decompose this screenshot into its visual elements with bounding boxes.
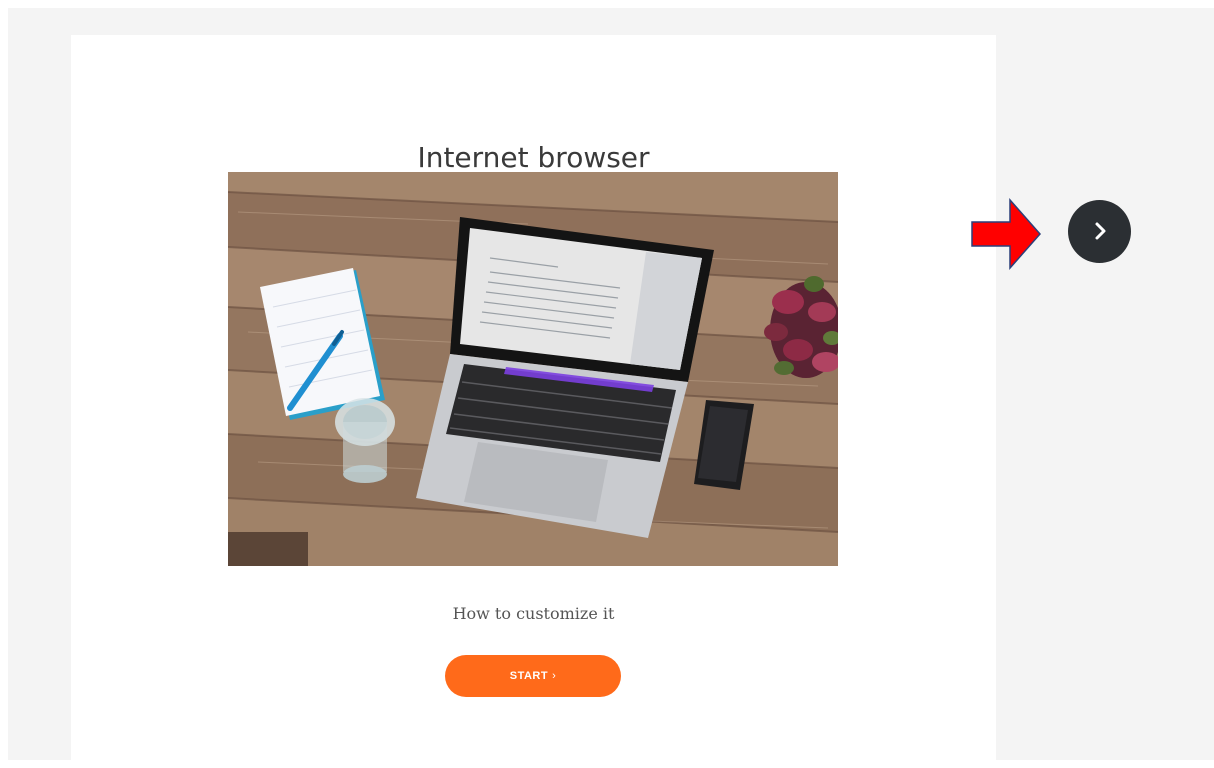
- start-button-label: START: [509, 670, 549, 682]
- card-title: Internet browser: [417, 141, 650, 174]
- lesson-card: Internet browser How to customize it STA…: [71, 35, 996, 768]
- desk-laptop-photo: [228, 172, 838, 566]
- start-button[interactable]: START ›: [445, 655, 621, 697]
- page-background: Internet browser How to customize it STA…: [8, 8, 1214, 768]
- next-slide-button[interactable]: [1068, 200, 1131, 263]
- chevron-right-icon: [1095, 222, 1106, 240]
- start-chevron-icon: ›: [552, 670, 557, 682]
- card-subtitle: How to customize it: [452, 604, 615, 623]
- red-arrow-icon: [971, 198, 1042, 270]
